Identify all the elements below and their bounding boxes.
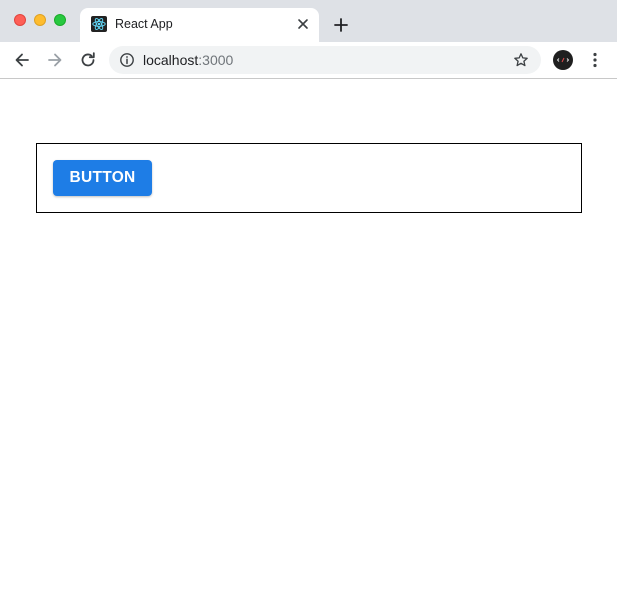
browser-window: React App localhost:3000 BUTTON	[0, 0, 617, 613]
tab-strip: React App	[0, 0, 617, 42]
reload-icon[interactable]	[78, 50, 98, 70]
browser-toolbar: localhost:3000	[0, 42, 617, 79]
arrow-right-icon[interactable]	[45, 50, 65, 70]
tab-title: React App	[115, 17, 173, 31]
window-close-button[interactable]	[14, 14, 26, 26]
close-icon[interactable]	[296, 17, 310, 31]
info-icon[interactable]	[119, 52, 135, 68]
kebab-menu-icon[interactable]	[587, 50, 603, 70]
page-content: BUTTON	[0, 79, 617, 613]
address-bar[interactable]: localhost:3000	[109, 46, 541, 74]
tab-react-app[interactable]: React App	[80, 8, 319, 42]
arrow-left-icon[interactable]	[12, 50, 32, 70]
star-outline-icon[interactable]	[513, 52, 529, 68]
window-maximize-button[interactable]	[54, 14, 66, 26]
plus-icon[interactable]	[331, 15, 351, 35]
window-minimize-button[interactable]	[34, 14, 46, 26]
url-host: localhost	[143, 52, 199, 68]
react-logo-icon	[91, 16, 107, 32]
primary-button[interactable]: BUTTON	[53, 160, 152, 196]
url-text[interactable]: localhost:3000	[143, 52, 233, 68]
extension-avatar-icon[interactable]	[553, 50, 573, 70]
url-port: :3000	[198, 52, 234, 68]
bordered-container: BUTTON	[36, 143, 582, 213]
